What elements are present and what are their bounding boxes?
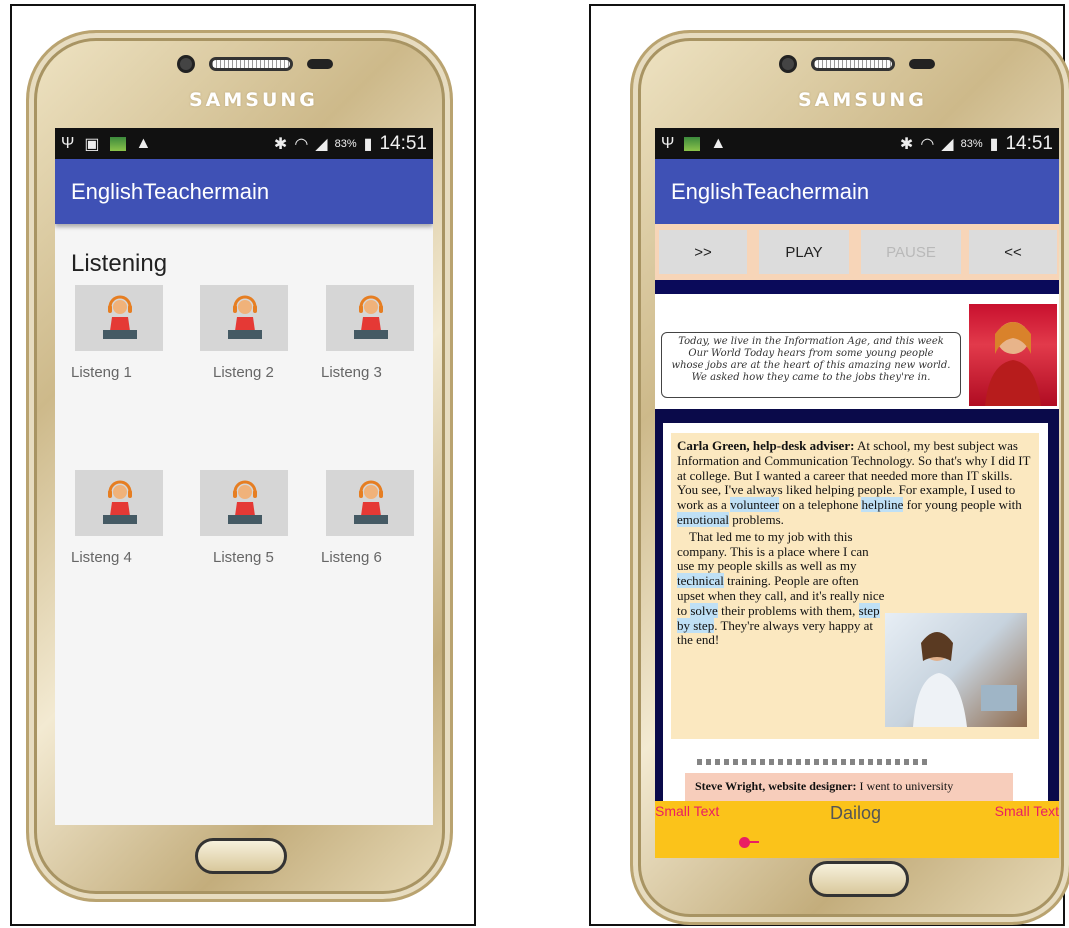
- back-button[interactable]: <<: [969, 230, 1057, 274]
- section-heading-faded: [697, 759, 927, 765]
- forward-button[interactable]: >>: [659, 230, 747, 274]
- listening-tile-2[interactable]: [200, 285, 288, 351]
- usb-icon: Ψ: [61, 134, 75, 152]
- usb-icon: Ψ: [661, 134, 675, 152]
- seekbar-track[interactable]: [749, 841, 759, 843]
- listener-icon: [103, 295, 137, 339]
- phone-earpiece: [779, 55, 935, 73]
- vocab-highlight[interactable]: volunteer: [730, 497, 780, 513]
- paragraph-text: I went to university: [856, 779, 954, 793]
- vocab-highlight[interactable]: solve: [690, 602, 718, 618]
- tile-label: Listeng 1: [71, 364, 132, 381]
- small-text-left: Small Text: [655, 803, 720, 819]
- brand-logo: SAMSUNG: [798, 89, 927, 111]
- clock: 14:51: [1005, 132, 1053, 154]
- intro-line: Today, we live in the Information Age, a…: [678, 336, 944, 347]
- warning-icon: ▲: [135, 134, 152, 152]
- page-title: Listening: [71, 250, 168, 277]
- listening-tile-6[interactable]: [326, 470, 414, 536]
- listener-icon: [354, 295, 388, 339]
- listener-icon: [354, 480, 388, 524]
- listening-tile-4[interactable]: [75, 470, 163, 536]
- speaker-name: Carla Green, help-desk adviser:: [677, 438, 855, 453]
- app-bar-title: EnglishTeachermain: [655, 159, 1059, 224]
- intro-line: Our World Today hears from some young pe…: [688, 348, 934, 359]
- warning-icon: ▲: [710, 134, 727, 152]
- pause-button[interactable]: PAUSE: [861, 230, 961, 274]
- tile-label: Listeng 4: [71, 549, 132, 566]
- tile-label: Listeng 6: [321, 549, 382, 566]
- image-notification-icon: [684, 136, 701, 151]
- status-bar: Ψ ▲ ✱ ◠ ◢ 83% ▮ 14:51: [655, 128, 1059, 159]
- left-screen: Ψ ▣ ▲ ✱ ◠ ◢ 83% ▮ 14:51 EnglishTeacherma…: [55, 128, 433, 825]
- wifi-icon: ◠: [920, 135, 935, 153]
- signal-icon: ◢: [941, 135, 954, 153]
- dialog-bar[interactable]: Small Text Dailog Small Text: [655, 801, 1059, 858]
- speaker-grille: [811, 57, 895, 71]
- paragraph-2: That led me to my job with this company.…: [677, 528, 887, 648]
- help-desk-photo: [885, 613, 1027, 727]
- listening-tile-1[interactable]: [75, 285, 163, 351]
- vocab-highlight[interactable]: emotional: [677, 511, 729, 527]
- paragraph-text: their problems with them,: [717, 602, 859, 618]
- tile-label: Listeng 2: [213, 364, 274, 381]
- paragraph-text: on a telephone: [779, 497, 862, 513]
- battery-icon: ▮: [363, 135, 373, 153]
- battery-percent: 83%: [334, 137, 357, 150]
- presenter-photo: [969, 304, 1057, 406]
- signal-icon: ◢: [315, 135, 328, 153]
- home-button[interactable]: [809, 861, 909, 897]
- next-paragraph-box: Steve Wright, website designer: I went t…: [685, 773, 1013, 803]
- listener-icon: [228, 480, 262, 524]
- app-bar-title: EnglishTeachermain: [55, 159, 433, 224]
- image-notification-icon: [109, 136, 126, 151]
- divider: [655, 280, 1059, 294]
- bluetooth-icon: ✱: [899, 135, 914, 153]
- intro-line: whose jobs are at the heart of this amaz…: [671, 360, 951, 371]
- tile-label: Listeng 5: [213, 549, 274, 566]
- speaker-grille: [209, 57, 293, 71]
- playback-controls: >> PLAY PAUSE <<: [655, 224, 1059, 280]
- paragraph-text: for young people with: [903, 497, 1022, 513]
- right-screen: Ψ ▲ ✱ ◠ ◢ 83% ▮ 14:51 EnglishTeachermain…: [655, 128, 1059, 858]
- front-camera-icon: [779, 55, 797, 73]
- phone-earpiece: [177, 55, 333, 73]
- front-camera-icon: [177, 55, 195, 73]
- paragraph-text: problems.: [729, 511, 784, 527]
- listening-tile-3[interactable]: [326, 285, 414, 351]
- listening-tile-5[interactable]: [200, 470, 288, 536]
- battery-icon: ▮: [989, 135, 999, 153]
- small-text-right: Small Text: [994, 803, 1059, 819]
- proximity-sensor: [909, 59, 935, 69]
- reading-article: Carla Green, help-desk adviser: At schoo…: [663, 423, 1048, 853]
- listener-icon: [228, 295, 262, 339]
- proximity-sensor: [307, 59, 333, 69]
- vocab-highlight[interactable]: helpline: [861, 497, 904, 513]
- intro-speech-bubble: Today, we live in the Information Age, a…: [661, 332, 961, 398]
- clock: 14:51: [379, 132, 427, 154]
- speaker-name: Steve Wright, website designer:: [695, 779, 857, 793]
- brand-logo: SAMSUNG: [189, 89, 318, 111]
- vocab-highlight[interactable]: technical: [677, 573, 724, 589]
- battery-percent: 83%: [960, 137, 983, 150]
- listener-icon: [103, 480, 137, 524]
- intro-panel: Today, we live in the Information Age, a…: [655, 294, 1059, 409]
- home-button[interactable]: [195, 838, 287, 874]
- paragraph-text: That led me to my job with this company.…: [677, 528, 869, 574]
- wifi-icon: ◠: [294, 135, 309, 153]
- play-button[interactable]: PLAY: [759, 230, 849, 274]
- gallery-icon: ▣: [84, 135, 100, 153]
- status-bar: Ψ ▣ ▲ ✱ ◠ ◢ 83% ▮ 14:51: [55, 128, 433, 159]
- intro-line: We asked how they came to the jobs they'…: [691, 372, 931, 383]
- tile-label: Listeng 3: [321, 364, 382, 381]
- dialog-title: Dailog: [830, 803, 882, 823]
- bluetooth-icon: ✱: [273, 135, 288, 153]
